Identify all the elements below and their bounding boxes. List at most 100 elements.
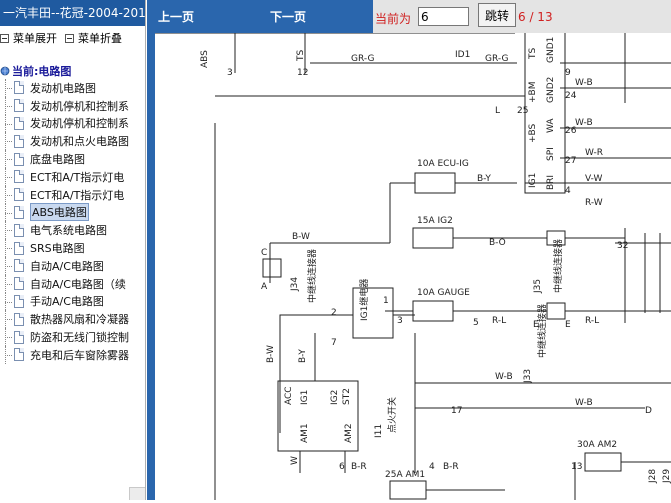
svg-text:中继线连接器: 中继线连接器 xyxy=(306,249,318,303)
tree-item-label: SRS电路图 xyxy=(30,242,85,256)
svg-text:中继线连接器: 中继线连接器 xyxy=(552,239,564,293)
svg-text:SPI: SPI xyxy=(546,147,556,161)
svg-text:27: 27 xyxy=(565,156,576,166)
document-icon xyxy=(14,223,24,237)
jump-button[interactable]: 跳转 xyxy=(478,3,516,27)
collapse-menu-button[interactable]: 菜单折叠 xyxy=(65,30,122,46)
tree-item[interactable]: 防盗和无线门锁控制 xyxy=(0,328,145,346)
tree-item[interactable]: 底盘电路图 xyxy=(0,150,145,168)
tree-item[interactable]: 充电和后车窗除雾器 xyxy=(0,345,145,364)
svg-text:IG1: IG1 xyxy=(300,390,310,405)
svg-text:B-W: B-W xyxy=(292,232,310,242)
svg-text:4: 4 xyxy=(565,186,571,196)
tree-item[interactable]: 发动机停机和控制系 xyxy=(0,96,145,115)
tree-item[interactable]: 电气系统电路图 xyxy=(0,221,145,240)
tree-item-label: 防盗和无线门锁控制 xyxy=(30,331,129,345)
tree-item-label: 自动A/C电路图 xyxy=(30,259,104,273)
svg-text:5: 5 xyxy=(473,318,479,328)
toolbar: 上一页 下一页 当前为 跳转 6 / 13 xyxy=(147,0,671,33)
collapse-icon xyxy=(65,33,74,43)
tree-item[interactable]: 手动A/C电路图 xyxy=(0,292,145,311)
tree-item[interactable]: 自动A/C电路图 xyxy=(0,256,145,275)
tree-item[interactable]: 散热器风扇和冷凝器 xyxy=(0,310,145,329)
expand-menu-button[interactable]: 菜单展开 xyxy=(0,30,57,46)
tree-connector xyxy=(5,354,12,356)
horizontal-scrollbar[interactable] xyxy=(129,487,145,500)
svg-text:J28: J28 xyxy=(648,469,658,484)
next-page-button[interactable]: 下一页 xyxy=(270,8,306,25)
tree-item[interactable]: 发动机和点火电路图 xyxy=(0,132,145,151)
svg-text:GND1: GND1 xyxy=(546,37,556,63)
tree-connector xyxy=(5,319,12,321)
document-icon xyxy=(14,294,24,308)
svg-text:IG2: IG2 xyxy=(330,390,340,405)
svg-text:3: 3 xyxy=(397,316,403,326)
svg-text:1: 1 xyxy=(383,296,389,306)
expand-menu-label: 菜单展开 xyxy=(13,32,57,45)
svg-text:10A ECU-IG: 10A ECU-IG xyxy=(417,159,469,169)
tree-item[interactable]: 自动A/C电路图（续 xyxy=(0,274,145,293)
svg-text:B-R: B-R xyxy=(443,462,459,472)
svg-text:ST2: ST2 xyxy=(342,388,352,405)
tree-item-label: 发动机停机和控制系 xyxy=(30,117,129,131)
svg-text:B-W: B-W xyxy=(266,345,276,363)
svg-text:W-B: W-B xyxy=(575,78,593,88)
tree-item[interactable]: 发动机电路图 xyxy=(0,79,145,97)
svg-text:TS: TS xyxy=(296,50,306,62)
svg-text:W-R: W-R xyxy=(585,148,603,158)
tree-item[interactable]: ABS电路图 xyxy=(0,203,145,222)
tree-menu: 当前:电路图 发动机电路图 发动机停机和控制系 发动机停机和控制系 发动机和点火电路图… xyxy=(0,50,145,364)
tree-item-label: 发动机电路图 xyxy=(30,81,96,95)
svg-text:C: C xyxy=(261,248,267,258)
svg-text:R-L: R-L xyxy=(585,316,599,326)
svg-text:J35: J35 xyxy=(533,279,543,294)
svg-text:TS: TS xyxy=(528,48,538,60)
document-icon xyxy=(14,205,24,219)
svg-text:WA: WA xyxy=(546,118,556,133)
tree-connector xyxy=(5,105,12,107)
svg-text:AM1: AM1 xyxy=(300,423,310,443)
document-icon xyxy=(14,259,24,273)
svg-text:B-R: B-R xyxy=(351,462,367,472)
tree-connector xyxy=(5,123,12,125)
svg-text:GR-G: GR-G xyxy=(351,54,374,64)
svg-text:E: E xyxy=(533,320,539,330)
prev-page-button[interactable]: 上一页 xyxy=(158,8,194,25)
tree-item[interactable]: ECT和A/T指示灯电 xyxy=(0,167,145,186)
tree-connector xyxy=(5,265,12,267)
svg-text:J34: J34 xyxy=(290,277,300,292)
tree-item[interactable]: 发动机停机和控制系 xyxy=(0,114,145,133)
svg-text:24: 24 xyxy=(565,91,577,101)
panel-title: 一汽丰田--花冠-2004-2010 xyxy=(0,0,145,26)
svg-text:25A AM1: 25A AM1 xyxy=(385,470,425,480)
tree-root-label: 当前:电路图 xyxy=(12,64,72,78)
svg-text:B-Y: B-Y xyxy=(477,174,491,184)
svg-text:IG1: IG1 xyxy=(528,173,538,188)
collapse-menu-label: 菜单折叠 xyxy=(78,32,122,45)
svg-text:W-B: W-B xyxy=(575,398,593,408)
svg-text:32: 32 xyxy=(617,241,628,251)
tree-item[interactable]: SRS电路图 xyxy=(0,239,145,257)
tree-items: 发动机电路图 发动机停机和控制系 发动机停机和控制系 发动机和点火电路图 底盘电路图 EC… xyxy=(0,79,145,364)
page-number-input[interactable] xyxy=(418,7,469,26)
svg-text:9: 9 xyxy=(565,68,571,78)
svg-text:J33: J33 xyxy=(523,369,533,384)
tree-root[interactable]: 当前:电路图 xyxy=(0,62,145,79)
tree-item-label: 散热器风扇和冷凝器 xyxy=(30,313,129,327)
tree-connector xyxy=(5,301,12,303)
document-icon xyxy=(14,277,24,291)
svg-text:3: 3 xyxy=(227,68,233,78)
tree-connector xyxy=(5,88,12,89)
tree-item-label: 发动机和点火电路图 xyxy=(30,135,129,149)
svg-text:GND2: GND2 xyxy=(546,77,556,103)
svg-text:W: W xyxy=(290,456,300,465)
page-count-text: 6 / 13 xyxy=(518,10,553,24)
svg-text:2: 2 xyxy=(331,308,337,318)
viewer-border xyxy=(147,33,155,500)
tree-item-label: 手动A/C电路图 xyxy=(30,295,104,309)
tree-item[interactable]: ECT和A/T指示灯电 xyxy=(0,185,145,204)
svg-text:15A IG2: 15A IG2 xyxy=(417,216,453,226)
svg-text:E: E xyxy=(565,320,571,330)
document-icon xyxy=(14,330,24,344)
svg-text:25: 25 xyxy=(517,106,528,116)
